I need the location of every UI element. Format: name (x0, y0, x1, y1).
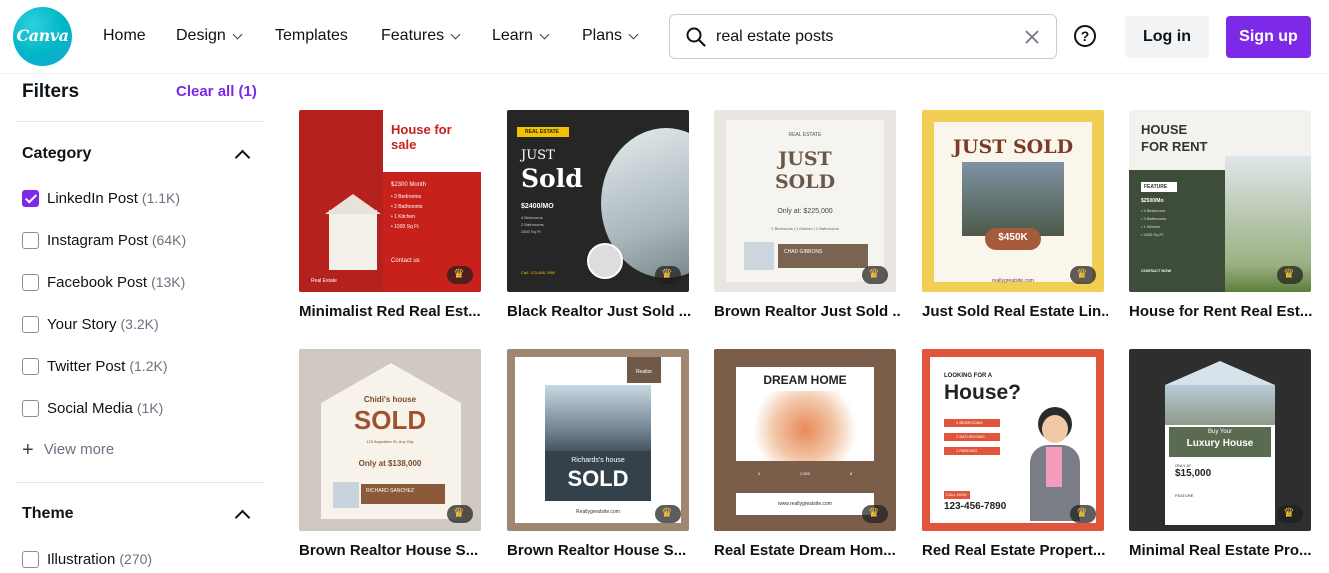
template-thumbnail[interactable]: LOOKING FOR A House? 4 BEDROOMS 2 BATHRO… (922, 349, 1104, 531)
signup-button[interactable]: Sign up (1226, 16, 1311, 58)
premium-crown-icon (1277, 266, 1303, 284)
filter-your-story[interactable]: Your Story (3.2K) (22, 313, 159, 335)
template-title: Red Real Estate Propert... (922, 542, 1106, 559)
filter-facebook-post[interactable]: Facebook Post (13K) (22, 271, 185, 293)
divider (15, 121, 264, 122)
nav-home[interactable]: Home (103, 26, 146, 46)
template-thumbnail[interactable]: Realtor Richards's house SOLD Reallygrea… (507, 349, 689, 531)
view-more-button[interactable]: + View more (22, 438, 114, 461)
nav-plans[interactable]: Plans (582, 26, 639, 46)
checkbox[interactable] (22, 273, 39, 291)
chevron-down-icon (232, 29, 243, 39)
template-thumbnail[interactable]: DREAM HOME 4 2,500 6 www.reallygreatsite… (714, 349, 896, 531)
template-thumbnail[interactable]: House for sale $2300 Month • 3 Bedrooms … (299, 110, 481, 292)
chevron-up-icon[interactable] (234, 509, 251, 526)
help-icon[interactable]: ? (1074, 25, 1096, 47)
checkbox[interactable] (22, 399, 39, 417)
filters-sidebar: Filters Clear all (1) Category LinkedIn … (0, 75, 272, 573)
search-bar[interactable] (669, 14, 1057, 59)
template-title: House for Rent Real Est... (1129, 303, 1313, 320)
filter-instagram-post[interactable]: Instagram Post (64K) (22, 229, 186, 251)
template-title: Brown Realtor Just Sold ... (714, 303, 900, 320)
template-thumbnail[interactable]: Chidi's house SOLD 123 Anywhere St. Any … (299, 349, 481, 531)
template-title: Real Estate Dream Hom... (714, 542, 896, 559)
nav-learn[interactable]: Learn (492, 26, 550, 46)
close-icon[interactable] (1023, 28, 1041, 46)
clear-all-link[interactable]: Clear all (1) (176, 83, 257, 100)
checkbox[interactable] (22, 357, 39, 375)
premium-crown-icon (447, 266, 473, 284)
checkbox[interactable] (22, 315, 39, 333)
template-title: Brown Realtor House S... (507, 542, 687, 559)
nav-design[interactable]: Design (176, 26, 243, 46)
filter-illustration[interactable]: Illustration (270) (22, 548, 152, 570)
nav-features[interactable]: Features (381, 26, 461, 46)
logo-text: Canva (16, 26, 69, 45)
filters-title: Filters (22, 81, 80, 102)
template-thumbnail[interactable]: REAL ESTATE JUST Sold $2400/MO 4 Bedroom… (507, 110, 689, 292)
nav-templates[interactable]: Templates (275, 26, 348, 46)
template-title: Brown Realtor House S... (299, 542, 479, 559)
template-thumbnail[interactable]: JUST SOLD $450K reallygreatsite.com (922, 110, 1104, 292)
search-icon (686, 27, 706, 47)
premium-crown-icon (447, 505, 473, 523)
filter-social-media[interactable]: Social Media (1K) (22, 397, 163, 419)
checkbox[interactable] (22, 231, 39, 249)
theme-heading: Theme (22, 505, 74, 522)
checkbox[interactable] (22, 550, 39, 568)
top-header: Canva Home Design Templates Features Lea… (0, 0, 1329, 74)
category-heading: Category (22, 145, 92, 162)
premium-crown-icon (655, 266, 681, 284)
chevron-down-icon (628, 29, 639, 39)
template-title: Black Realtor Just Sold ... (507, 303, 692, 320)
search-input[interactable] (716, 25, 1016, 49)
login-button[interactable]: Log in (1125, 16, 1209, 58)
chevron-up-icon[interactable] (234, 149, 251, 166)
plus-icon: + (22, 438, 34, 461)
premium-crown-icon (1070, 505, 1096, 523)
template-thumbnail[interactable]: REAL ESTATE JUST SOLD Only at: $225,000 … (714, 110, 896, 292)
filter-linkedin-post[interactable]: LinkedIn Post (1.1K) (22, 187, 180, 209)
checkbox[interactable] (22, 189, 39, 207)
template-thumbnail[interactable]: HOUSE FOR RENT FEATURE $2500/Mo • 4 Bedr… (1129, 110, 1311, 292)
premium-crown-icon (862, 266, 888, 284)
chevron-down-icon (450, 29, 461, 39)
premium-crown-icon (655, 505, 681, 523)
premium-crown-icon (862, 505, 888, 523)
template-title: Minimalist Red Real Est... (299, 303, 481, 320)
filter-twitter-post[interactable]: Twitter Post (1.2K) (22, 355, 167, 377)
template-thumbnail[interactable]: Buy Your Luxury House ONLY AT $15,000 FE… (1129, 349, 1311, 531)
canva-logo[interactable]: Canva (13, 7, 72, 66)
divider (15, 482, 264, 483)
premium-crown-icon (1277, 505, 1303, 523)
premium-crown-icon (1070, 266, 1096, 284)
template-title: Minimal Real Estate Pro... (1129, 542, 1312, 559)
template-title: Just Sold Real Estate Lin... (922, 303, 1108, 320)
chevron-down-icon (539, 29, 550, 39)
